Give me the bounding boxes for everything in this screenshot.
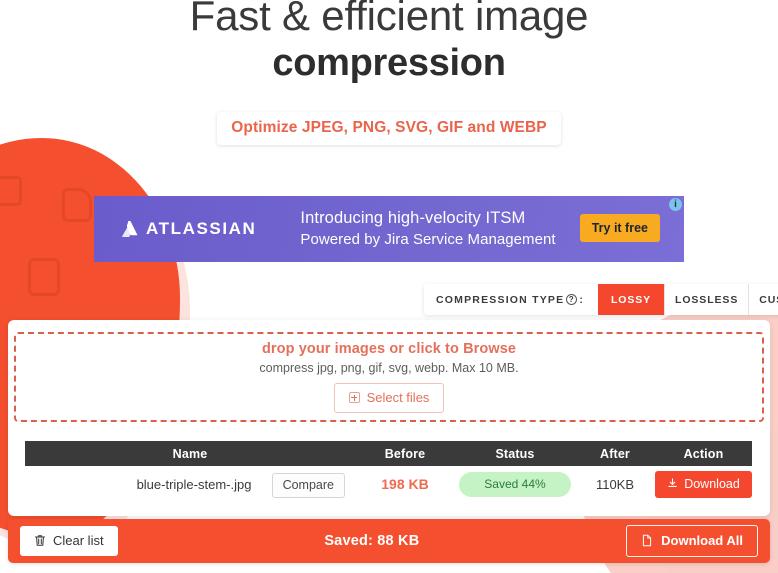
column-header-name: Name	[25, 441, 355, 466]
atlassian-brand-text: ATLASSIAN	[146, 219, 257, 238]
help-icon[interactable]: ?	[566, 293, 578, 305]
compression-type-label: COMPRESSION TYPE?:	[436, 293, 585, 306]
page-title-line-2: compression	[272, 41, 506, 84]
download-button-label: Download	[684, 476, 740, 491]
table-header: Name Before Status After Action	[25, 441, 752, 466]
cell-file-name: blue-triple-stem-.jpg Compare	[25, 466, 355, 502]
ad-copy: Introducing high-velocity ITSM Powered b…	[300, 208, 555, 250]
status-badge: Saved 44%	[459, 471, 571, 497]
supported-formats-badge: Optimize JPEG, PNG, SVG, GIF and WEBP	[217, 112, 561, 146]
table-header-row: Name Before Status After Action	[25, 441, 752, 466]
before-size-value: 198 KB	[381, 476, 429, 492]
file-dropzone[interactable]: drop your images or click to Browse comp…	[14, 332, 764, 422]
subtitle-wrapper: Optimize JPEG, PNG, SVG, GIF and WEBP	[0, 112, 778, 146]
page-root: Fast & efficient image compression Optim…	[0, 0, 778, 573]
total-saved-text: Saved: 88 KB	[324, 533, 420, 549]
compression-type-label-text: COMPRESSION TYPE	[436, 293, 565, 306]
download-button[interactable]: Download	[655, 470, 752, 498]
cell-status: Saved 44%	[455, 466, 575, 502]
download-icon	[667, 478, 678, 489]
compression-type-colon: :	[579, 293, 585, 306]
decorative-watermark-icon-2	[62, 188, 92, 222]
after-size-value: 110KB	[595, 476, 635, 492]
advertisement-banner[interactable]: ATLASSIAN Introducing high-velocity ITSM…	[94, 196, 684, 262]
select-files-button[interactable]: Select files	[333, 383, 445, 413]
page-title-line-1: Fast & efficient image	[189, 0, 589, 39]
plus-icon	[348, 392, 360, 403]
select-files-label: Select files	[366, 390, 430, 405]
atlassian-logo: ATLASSIAN	[122, 219, 256, 239]
column-header-status: Status	[455, 441, 575, 466]
table-body: blue-triple-stem-.jpg Compare 198 KB Sav…	[25, 466, 752, 502]
trash-icon	[34, 534, 46, 547]
compression-option-lossy[interactable]: LOSSY	[598, 284, 665, 315]
column-header-action: Action	[655, 441, 752, 466]
cell-after-size: 110KB	[575, 466, 655, 502]
ad-cta-button[interactable]: Try it free	[579, 214, 660, 242]
download-all-button[interactable]: Download All	[626, 525, 758, 557]
file-download-icon	[641, 534, 653, 547]
atlassian-mark-icon	[122, 221, 139, 237]
file-results-table: Name Before Status After Action blue-tri…	[25, 441, 752, 502]
compression-option-custom[interactable]: CUSTOM	[748, 284, 778, 315]
compare-button[interactable]: Compare	[271, 473, 345, 498]
table-row: blue-triple-stem-.jpg Compare 198 KB Sav…	[25, 466, 752, 502]
clear-list-label: Clear list	[53, 533, 104, 548]
dropzone-title: drop your images or click to Browse	[261, 341, 517, 357]
cell-before-size: 198 KB	[355, 466, 455, 502]
decorative-watermark-icon-3	[28, 258, 60, 296]
compression-type-row: COMPRESSION TYPE?: LOSSY LOSSLESS CUSTOM	[424, 284, 778, 315]
adchoices-info-icon[interactable]: i	[669, 198, 682, 211]
hero-section: Fast & efficient image compression Optim…	[0, 0, 778, 146]
ad-subline: Powered by Jira Service Management	[300, 231, 556, 249]
cell-action: Download	[655, 466, 752, 502]
bottom-action-bar: Clear list Saved: 88 KB Download All	[8, 519, 770, 563]
dropzone-subtitle: compress jpg, png, gif, svg, webp. Max 1…	[259, 361, 519, 375]
download-all-label: Download All	[661, 533, 743, 548]
compression-type-segmented-control: LOSSY LOSSLESS CUSTOM	[598, 284, 778, 315]
compression-option-lossless[interactable]: LOSSLESS	[664, 284, 749, 315]
ad-headline: Introducing high-velocity ITSM	[300, 209, 526, 228]
column-header-after: After	[575, 441, 655, 466]
column-header-before: Before	[355, 441, 455, 466]
decorative-watermark-icon-1	[0, 176, 22, 206]
file-name-text: blue-triple-stem-.jpg	[136, 476, 252, 492]
clear-list-button[interactable]: Clear list	[20, 526, 118, 556]
